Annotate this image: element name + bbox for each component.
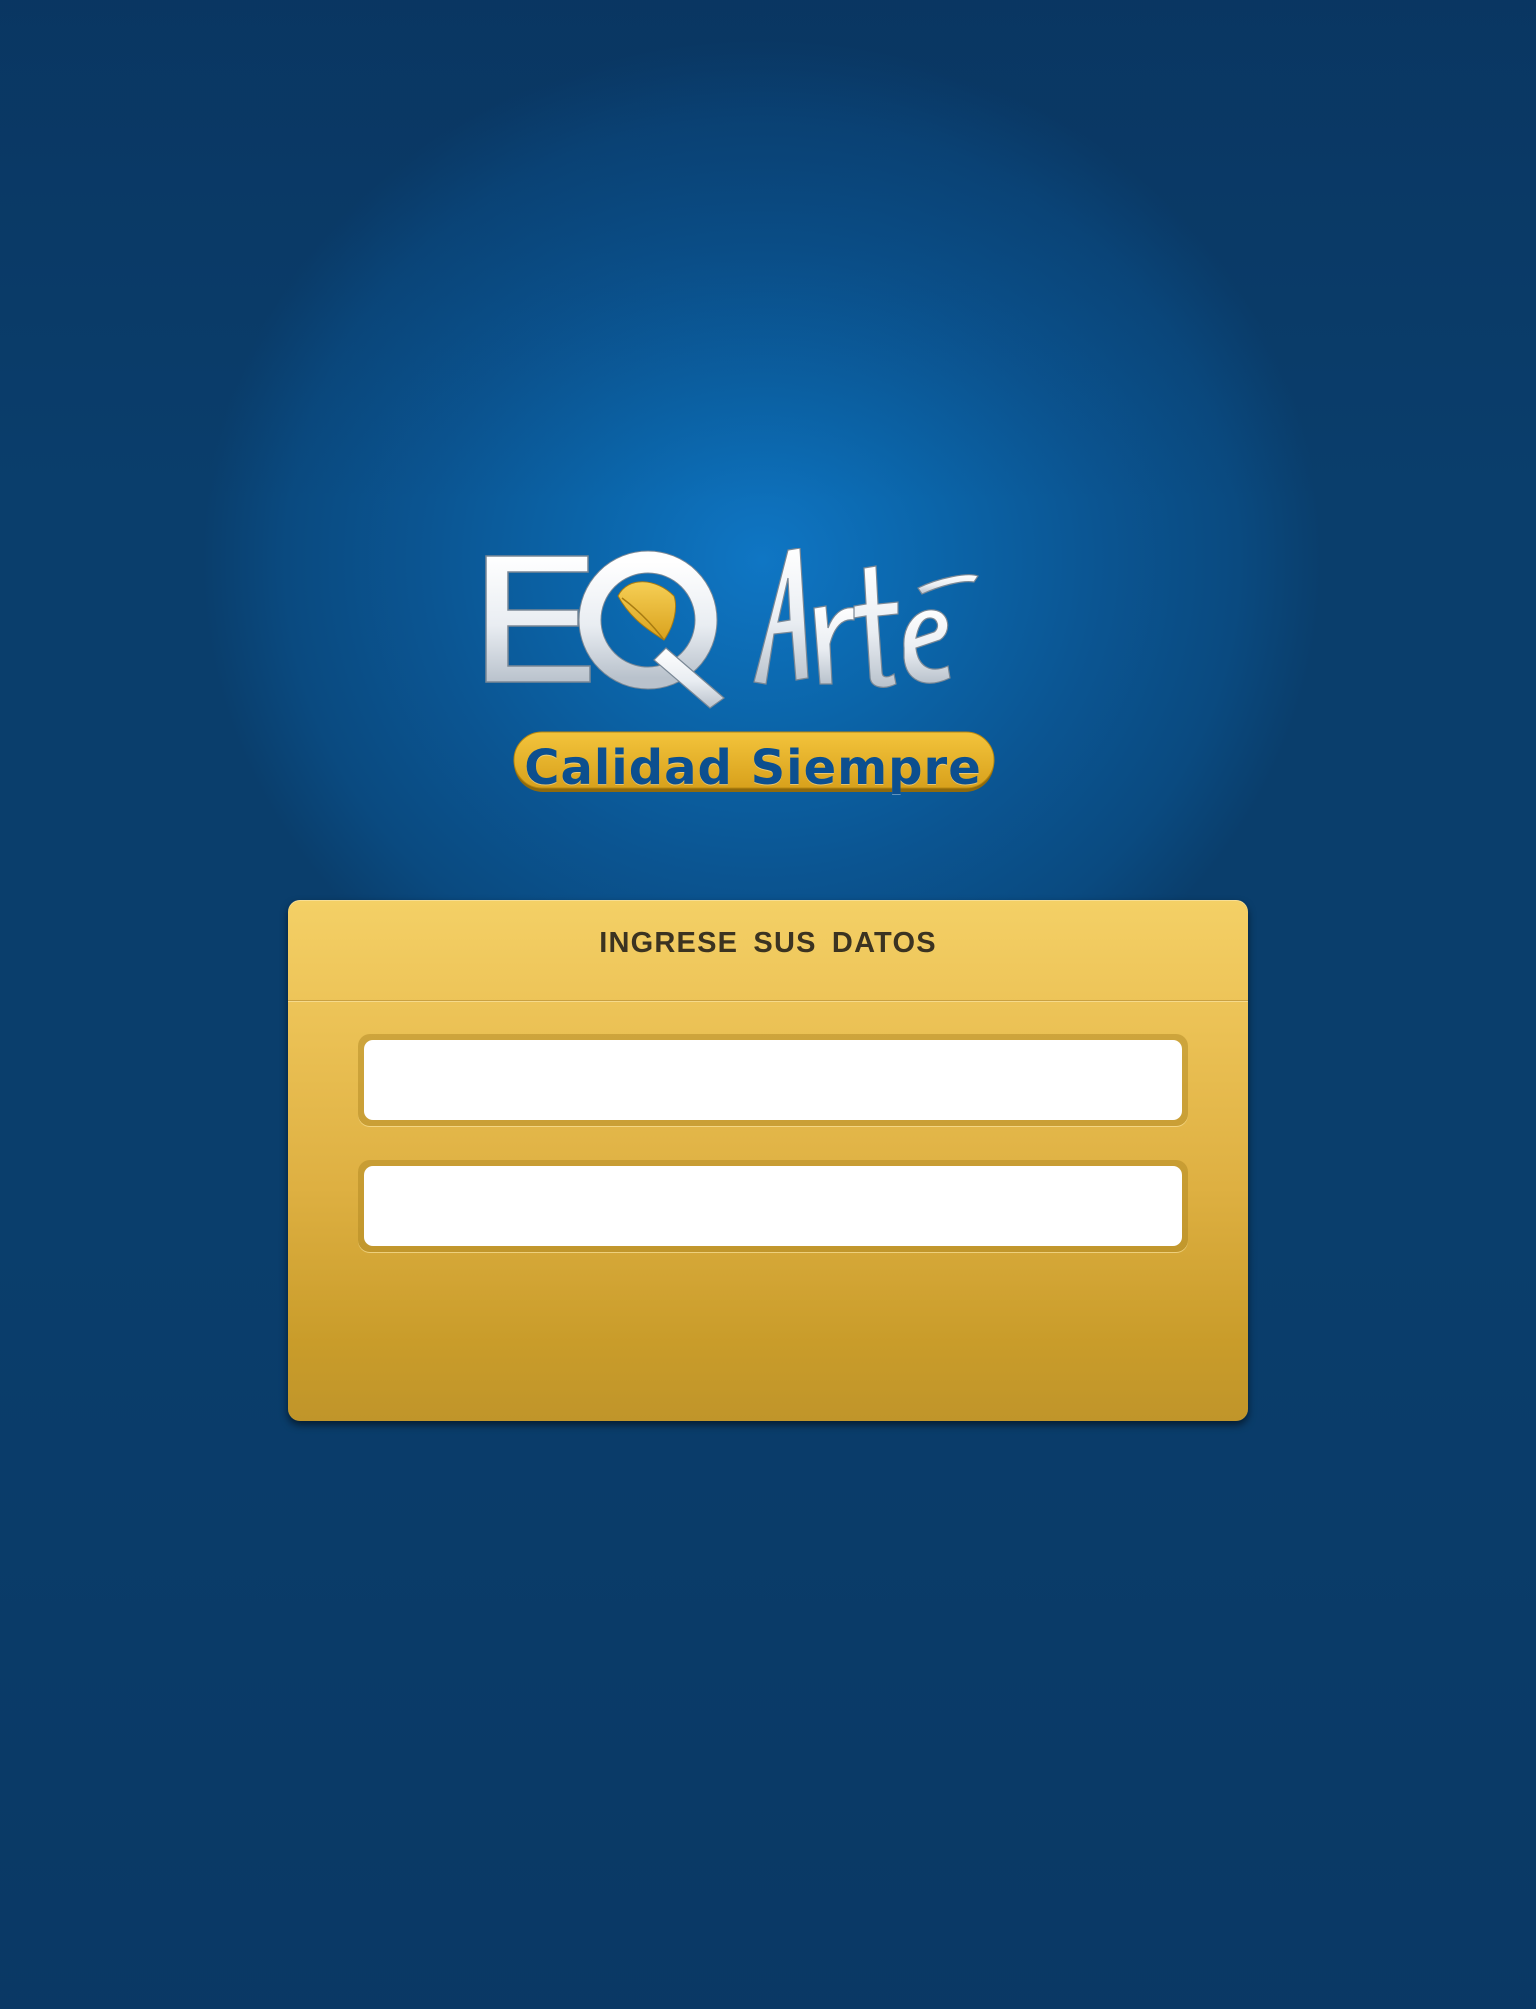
logo-tagline: Calidad Siempre — [524, 740, 982, 796]
password-input[interactable] — [364, 1166, 1182, 1246]
login-title: INGRESE SUS DATOS — [599, 926, 937, 959]
username-input[interactable] — [364, 1040, 1182, 1120]
username-field-frame — [358, 1034, 1188, 1126]
eqarte-logo: Calidad Siempre — [478, 548, 1058, 808]
password-field-frame — [358, 1160, 1188, 1252]
login-card-header: INGRESE SUS DATOS — [288, 900, 1248, 1001]
login-card: INGRESE SUS DATOS — [288, 900, 1248, 1421]
